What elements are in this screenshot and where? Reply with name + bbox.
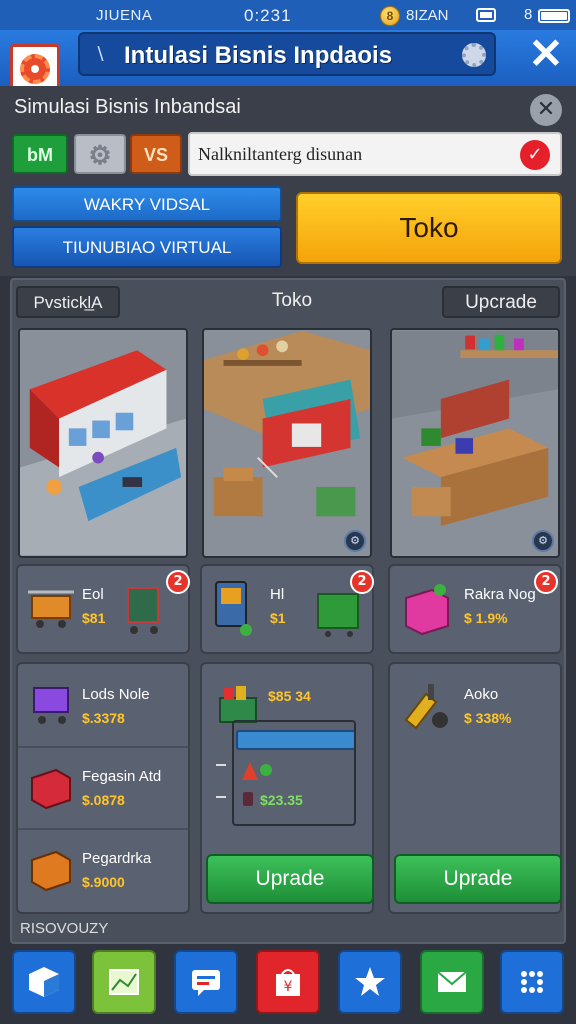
status-bar: JIUENA 0:231 8 8IZAN 8: [0, 0, 576, 30]
notification-badge: 2: [534, 570, 558, 594]
search-value: Nalkniltanterg disunan: [198, 144, 363, 164]
upgrade-button[interactable]: Uprade: [394, 854, 562, 904]
notification-badge: 2: [350, 570, 374, 594]
item-label: Pegardrka: [82, 850, 152, 867]
star-icon: [355, 967, 385, 996]
list-indicator: [216, 764, 226, 798]
product-label: Eol: [82, 586, 104, 603]
list-item[interactable]: Lods Nole $.3378: [18, 664, 188, 746]
nav-mail-button[interactable]: [420, 950, 484, 1014]
upgrade-price: $23.35: [260, 792, 303, 808]
search-input[interactable]: Nalkniltanterg disunan ✓: [188, 132, 562, 176]
clock: 0:231: [244, 6, 292, 25]
toko-button[interactable]: Toko: [296, 192, 562, 264]
bottle-icon: [243, 792, 253, 806]
tab-pvstickla[interactable]: Pvstickl̲A: [16, 286, 120, 318]
tab-toko[interactable]: Toko: [242, 286, 342, 318]
nav-inventory-button[interactable]: [12, 950, 76, 1014]
product-card-3[interactable]: Rakra Nog $ 1.9% 2: [388, 564, 562, 654]
svg-text:¥: ¥: [284, 979, 293, 995]
basket-icon: [28, 590, 74, 628]
panel-close-button[interactable]: ✕: [530, 94, 562, 126]
close-app-button[interactable]: ✕: [524, 32, 568, 76]
shopping-cart-icon: [127, 587, 159, 634]
product-price: $81: [82, 610, 106, 626]
nav-map-button[interactable]: [92, 950, 156, 1014]
warehouse-illustration: [204, 330, 370, 556]
upgrade-card-1: $85 34 $23.35 Uprade: [200, 662, 374, 914]
storefront-illustration: [20, 330, 186, 556]
map-icon: [109, 969, 139, 995]
scene-info-icon[interactable]: ⚙: [532, 530, 554, 552]
item-list-card: Lods Nole $.3378 Fegasin Atd $.0878 Pega…: [16, 662, 190, 914]
nav-menu-button[interactable]: [500, 950, 564, 1014]
app-title: Intulasi Bisnis Inpdaois: [124, 42, 393, 69]
app-header: ∖ Intulasi Bisnis Inpdaois ✕: [0, 30, 576, 94]
clear-search-icon[interactable]: ✓: [520, 140, 550, 170]
nav-shop-button[interactable]: ¥: [256, 950, 320, 1014]
versus-button[interactable]: VS: [130, 134, 182, 174]
back-chevron-icon[interactable]: ∖: [94, 44, 105, 65]
upgrade-price: $85 34: [268, 688, 311, 704]
item-label: Lods Nole: [82, 686, 150, 703]
cube-icon: [29, 967, 59, 997]
product-card-1[interactable]: Eol $81 2: [16, 564, 190, 654]
mode-virtual-button[interactable]: WAKRY VIDSAL: [12, 186, 282, 222]
cart-icon: [33, 687, 69, 724]
carrier-name: JIUENA: [96, 7, 153, 24]
notification-badge: 2: [166, 570, 190, 594]
product-label: Hl: [270, 586, 285, 603]
chat-icon: [192, 970, 220, 996]
store-scene-2[interactable]: ⚙: [202, 328, 372, 558]
control-panel: Simulasi Bisnis Inbandsai ✕ bM ⚙ VS Nalk…: [0, 86, 576, 276]
item-price: $.0878: [82, 792, 125, 808]
tab-upgrade[interactable]: Upcrade: [442, 286, 560, 318]
store-scene-3[interactable]: ⚙: [390, 328, 560, 558]
nav-messages-button[interactable]: [174, 950, 238, 1014]
shop-panel: Pvstickl̲A Toko Upcrade ⚙ ⚙ Eol $81 2 Hl…: [10, 278, 566, 944]
battery-icon: [538, 9, 570, 23]
shopping-bag-icon: ¥: [276, 969, 300, 996]
item-price: $.9000: [82, 874, 125, 890]
product-label: Rakra Nog: [464, 586, 536, 603]
list-item[interactable]: Fegasin Atd $.0878: [18, 746, 188, 828]
list-item[interactable]: Pegardrka $.9000: [18, 828, 188, 910]
plant-icon: [242, 762, 272, 780]
settings-gear-icon[interactable]: [462, 43, 486, 67]
footer-note: RISOVOUZY: [20, 920, 109, 937]
mode-tiunubiao-button[interactable]: TIUNUBIAO VIRTUAL: [12, 226, 282, 268]
product-card-2[interactable]: Hl $1 2: [200, 564, 374, 654]
wifi-icon: [476, 8, 496, 22]
item-label: Aoko: [464, 686, 499, 703]
grid-dots-icon: [521, 971, 543, 993]
panel-title: Simulasi Bisnis Inbandsai: [14, 96, 241, 118]
tablet-icon: [215, 581, 252, 636]
bottom-nav: ¥: [0, 944, 576, 1024]
item-price: $.3378: [82, 710, 125, 726]
upgrade-button[interactable]: Uprade: [206, 854, 374, 904]
product-price: $ 1.9%: [464, 610, 508, 626]
item-label: Fegasin Atd: [82, 768, 162, 785]
tool-icon: [404, 684, 448, 730]
item-price: $ 338%: [464, 710, 512, 726]
mail-icon: [437, 971, 467, 992]
coin-icon: 8: [380, 6, 400, 26]
crate-icon: [31, 768, 71, 810]
product-price: $1: [270, 610, 286, 626]
store-scene-1[interactable]: [18, 328, 188, 558]
scene-info-icon[interactable]: ⚙: [344, 530, 366, 552]
business-mode-button[interactable]: bM: [12, 134, 68, 174]
battery-level: 8: [524, 6, 533, 23]
gift-box-icon: [405, 584, 449, 636]
nav-favorites-button[interactable]: [338, 950, 402, 1014]
box-icon: [31, 850, 71, 892]
network-label: 8IZAN: [406, 7, 449, 24]
gear-button[interactable]: ⚙: [74, 134, 126, 174]
upgrade-card-2: Aoko $ 338% Uprade: [388, 662, 562, 914]
shelves-illustration: [392, 330, 558, 556]
title-bar[interactable]: ∖ Intulasi Bisnis Inpdaois: [78, 32, 496, 76]
